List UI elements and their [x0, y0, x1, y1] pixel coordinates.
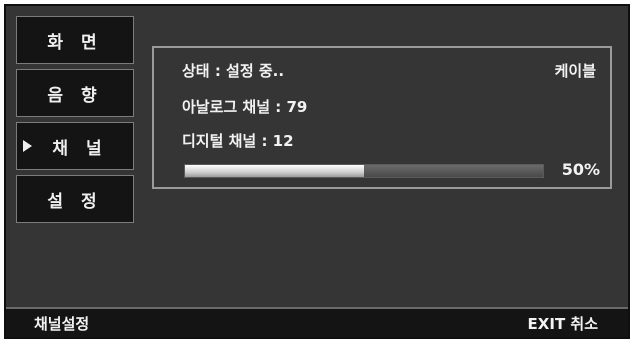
exit-cancel-button[interactable]: EXIT 취소: [528, 313, 598, 334]
progress-bar: [184, 164, 544, 178]
menu-item-setup[interactable]: 설 정: [16, 175, 134, 223]
source-label: 케이블: [554, 62, 596, 80]
footer-title: 채널설정: [34, 315, 90, 333]
selected-arrow-icon: [23, 140, 32, 152]
menu-item-label: 음 향: [47, 85, 103, 106]
menu-item-picture[interactable]: 화 면: [16, 16, 134, 64]
analog-channel-count: 아날로그 채널 : 79: [182, 98, 308, 116]
digital-channel-count: 디지털 채널 : 12: [182, 132, 294, 150]
footer-bar: 채널설정 EXIT 취소: [6, 307, 628, 337]
side-menu: 화 면 음 향 채 널 설 정: [16, 16, 134, 228]
menu-item-label: 화 면: [47, 32, 103, 53]
status-panel: 상태 : 설정 중.. 케이블 아날로그 채널 : 79 디지털 채널 : 12…: [152, 46, 612, 189]
menu-item-sound[interactable]: 음 향: [16, 69, 134, 117]
channel-setup-screen: 화 면 음 향 채 널 설 정 상태 : 설정 중.. 케이블 아날로그 채널 …: [4, 4, 630, 339]
status-text: 상태 : 설정 중..: [182, 62, 285, 80]
progress-percent: 50%: [561, 160, 600, 179]
menu-item-label: 설 정: [47, 191, 103, 212]
menu-item-label: 채 널: [52, 138, 108, 159]
progress-bar-fill: [185, 165, 364, 177]
menu-item-channel[interactable]: 채 널: [16, 122, 134, 170]
